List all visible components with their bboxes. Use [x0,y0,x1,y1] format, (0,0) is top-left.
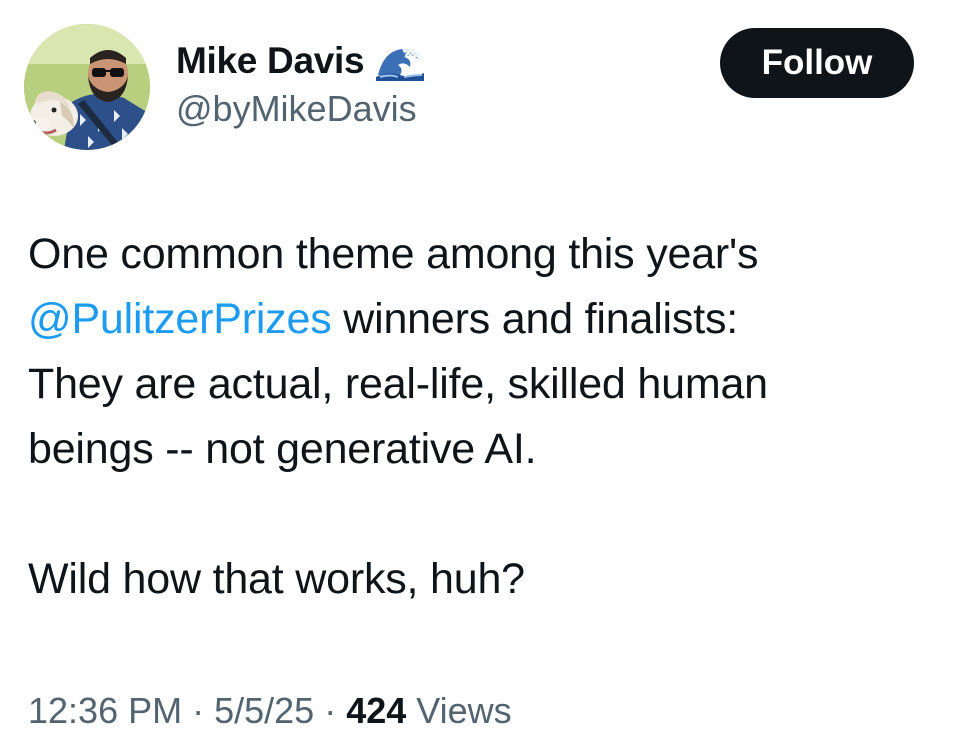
tweet-date[interactable]: 5/5/25 [214,690,314,731]
avatar-image [24,24,150,150]
handle[interactable]: @byMikeDavis [176,88,426,130]
tweet-text-segment: beings -- not generative AI. [28,425,537,473]
meta-separator: · [182,690,215,731]
follow-button[interactable]: Follow [720,28,914,98]
tweet-text-segment: They are actual, real-life, skilled huma… [28,360,768,408]
tweet-text-segment: winners and finalists: [331,295,738,343]
tweet-text-segment: One common theme among this year's [28,230,759,278]
wave-icon [374,41,426,81]
tweet-meta: 12:36 PM · 5/5/25 · 424 Views [28,690,512,732]
display-name-row: Mike Davis [176,38,426,84]
avatar[interactable] [24,24,150,150]
tweet-card: Mike Davis @byMikeDavis Follow One commo… [0,0,960,752]
mention-link[interactable]: @PulitzerPrizes [28,295,332,343]
tweet-line: beings -- not generative AI. [28,417,928,482]
display-name[interactable]: Mike Davis [176,40,365,82]
user-info: Mike Davis @byMikeDavis [176,38,426,130]
tweet-line: One common theme among this year's [28,222,928,287]
tweet-header: Mike Davis @byMikeDavis Follow [24,24,914,150]
views-label: Views [406,690,512,731]
tweet-line: Wild how that works, huh? [28,547,928,612]
tweet-line: @PulitzerPrizes winners and finalists: [28,287,928,352]
tweet-time[interactable]: 12:36 PM [28,690,182,731]
views-count[interactable]: 424 [346,690,406,731]
tweet-line: They are actual, real-life, skilled huma… [28,352,928,417]
tweet-text-segment: Wild how that works, huh? [28,555,525,603]
meta-separator: · [314,690,347,731]
tweet-text: One common theme among this year's @Puli… [28,222,928,612]
